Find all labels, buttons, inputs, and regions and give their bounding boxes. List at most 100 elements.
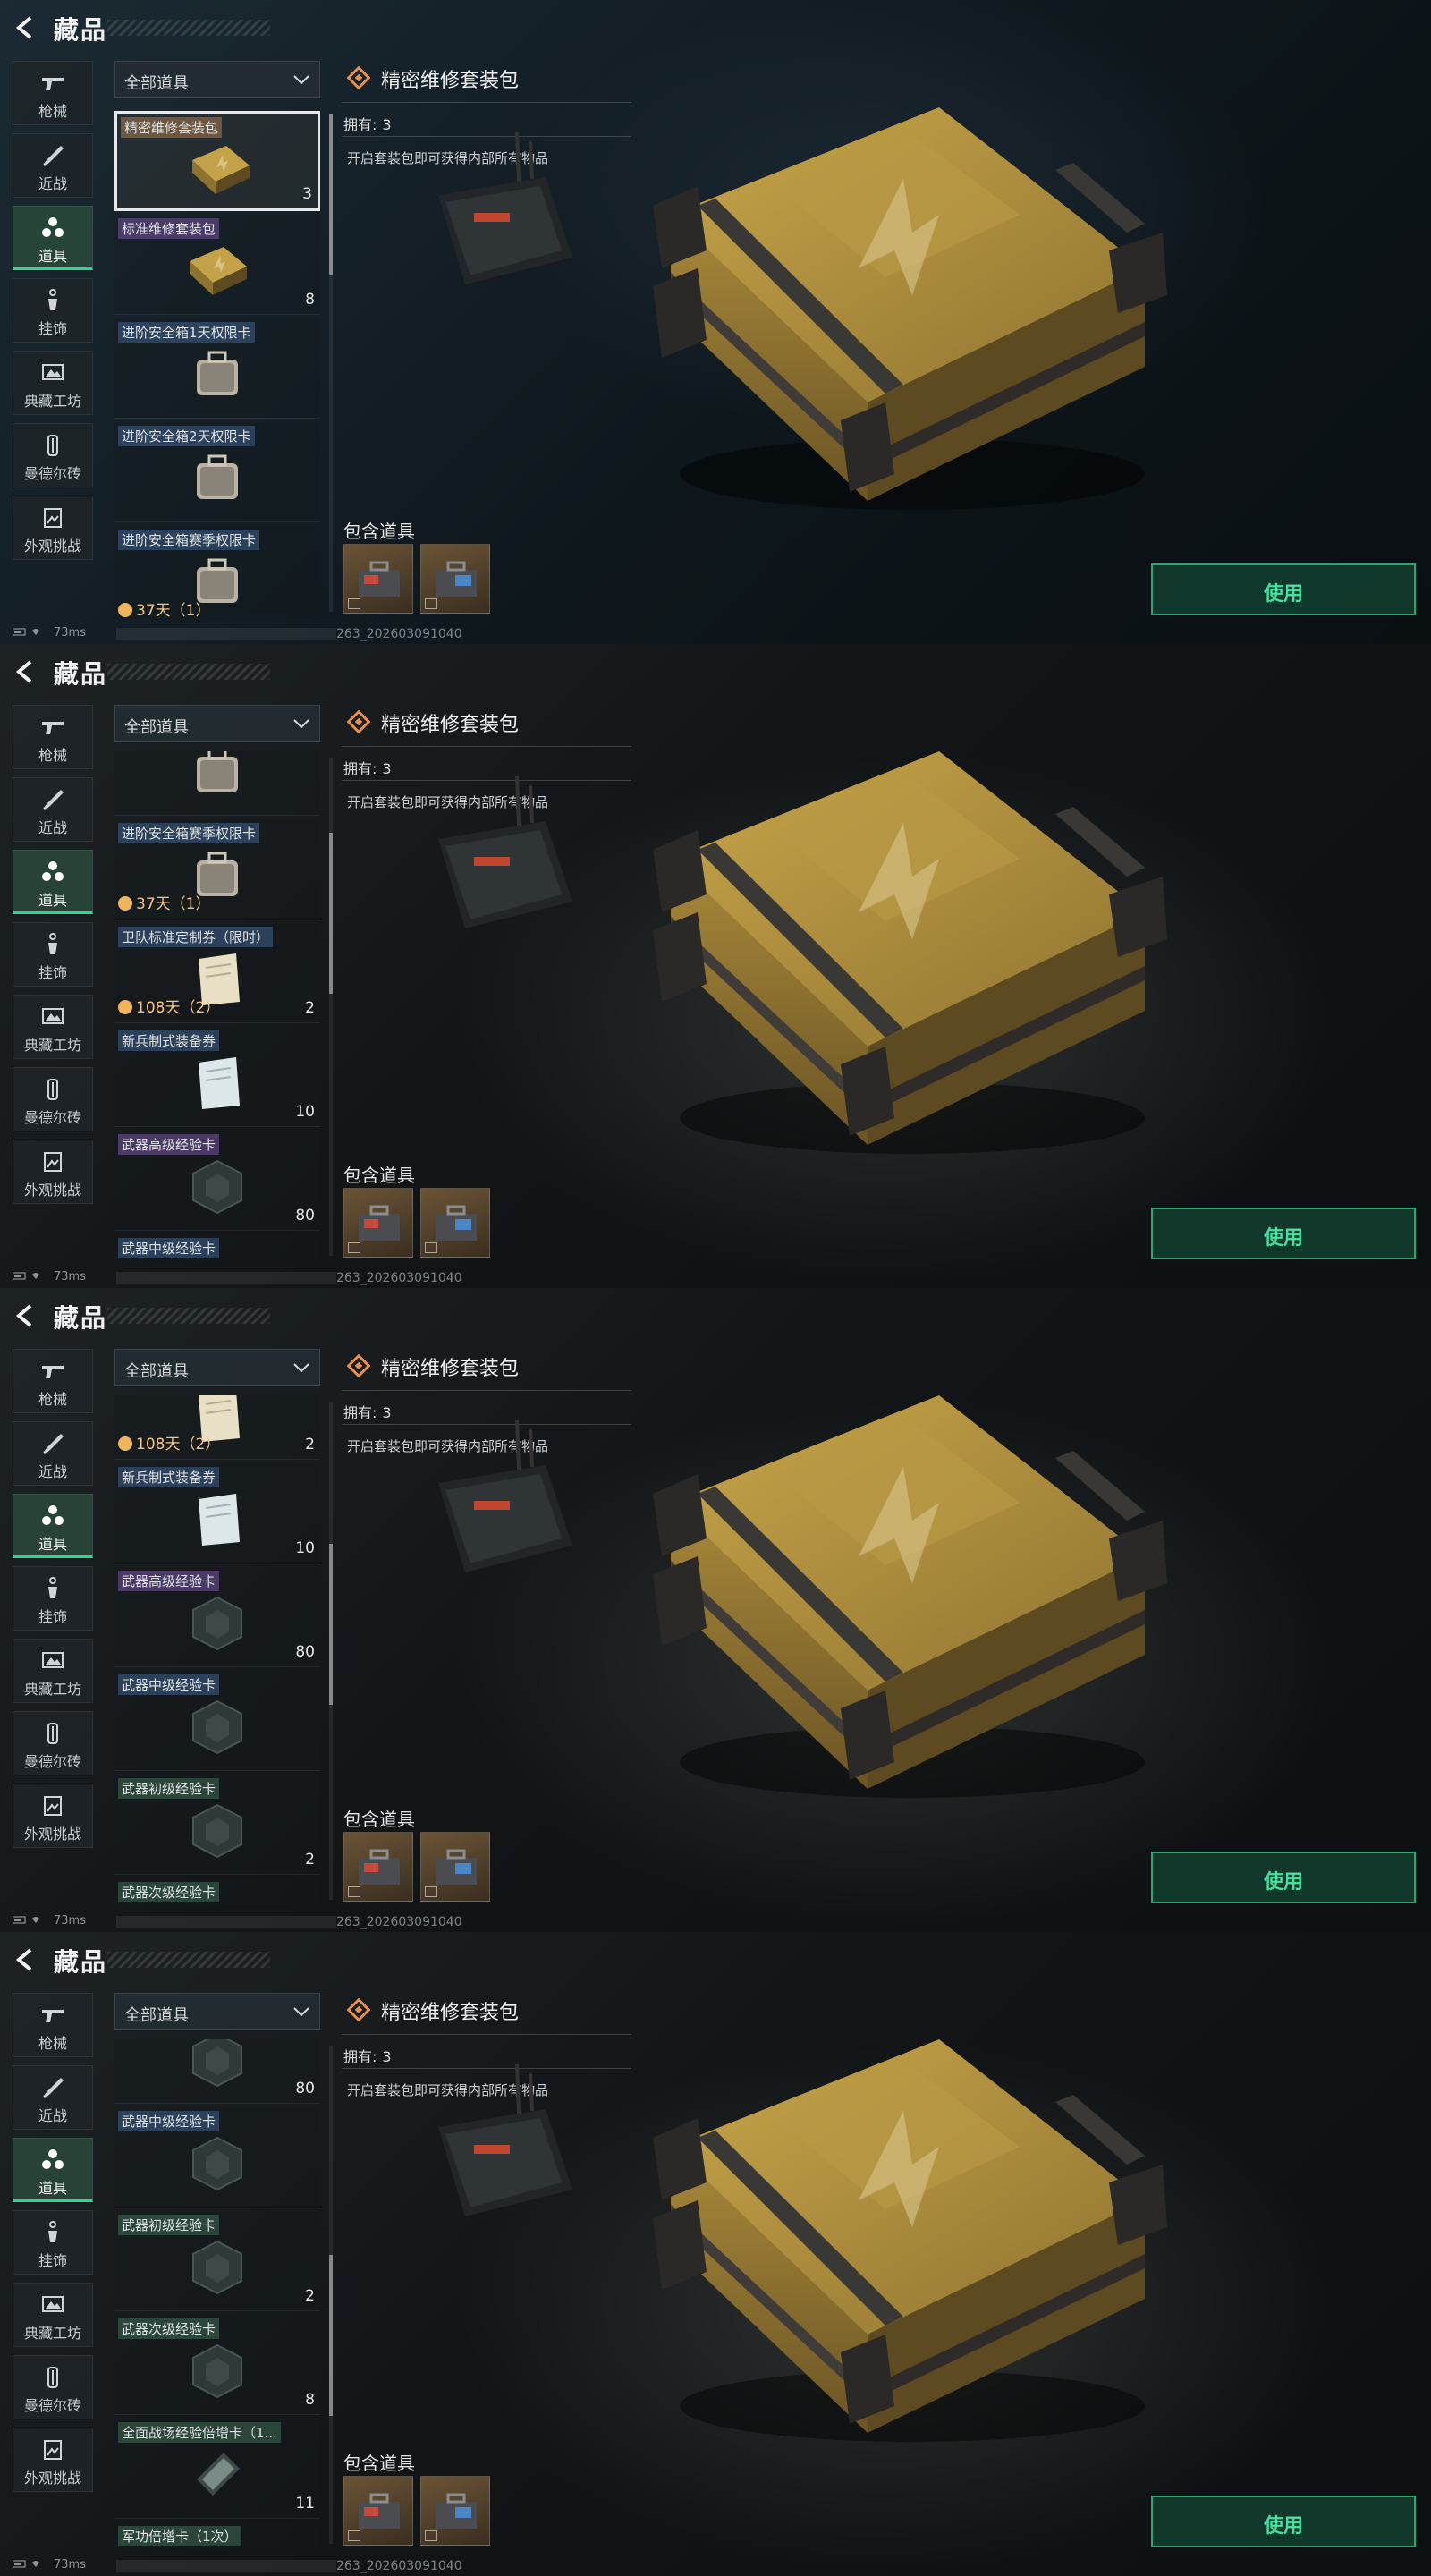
list-item[interactable]: 进阶安全箱1天权限卡 [114,318,320,419]
contained-item-slot[interactable] [343,1188,413,1258]
list-item[interactable]: 卫队标准定制券（限时）2108天（2） [114,1395,320,1460]
back-button[interactable] [13,658,39,685]
list-item[interactable]: 武器初级经验卡 2 [114,1775,320,1875]
list-item[interactable]: 武器高级经验卡80 [114,2039,320,2104]
list-item[interactable]: 进阶安全箱赛季权限卡 37天（1） [114,526,320,617]
list-item[interactable]: 武器中级经验卡 [114,1671,320,1771]
list-item[interactable]: 精密维修套装包 3 [114,111,320,211]
nav-item-3[interactable]: 挂饰 [13,2210,93,2275]
contained-item-slot[interactable] [420,1188,490,1258]
nav-item-1[interactable]: 近战 [13,2065,93,2130]
page-title: 藏品 [54,15,108,45]
nav-item-2[interactable]: 道具 [13,2138,93,2202]
contained-item-slot[interactable] [343,1832,413,1902]
nav-item-5[interactable]: 曼德尔砖 [13,2355,93,2419]
list-item[interactable]: 军功倍增卡（1次） [114,2522,320,2549]
contained-item-slot[interactable] [343,2476,413,2546]
nav-item-5[interactable]: 曼德尔砖 [13,1067,93,1131]
list-item[interactable]: 武器高级经验卡80 [114,1131,320,1231]
status-bar: 73ms [13,626,86,644]
nav-item-1[interactable]: 近战 [13,777,93,842]
toolbox-red-icon [359,2493,400,2529]
contained-item-slot[interactable] [420,1832,490,1902]
item-filter-dropdown[interactable]: 全部道具 [114,1993,320,2030]
use-button[interactable]: 使用 [1151,1852,1416,1903]
nav-item-0[interactable]: 枪械 [13,1993,93,2057]
item-list[interactable]: 武器高级经验卡80 武器中级经验卡武器初级经验卡 2 武器次级经验卡 8 全面战场经验倍增… [114,2039,322,2549]
list-item[interactable]: 武器次级经验卡8 [114,2315,320,2415]
nav-item-1[interactable]: 近战 [13,133,93,198]
nav-item-4[interactable]: 典藏工坊 [13,351,93,415]
item-filter-dropdown[interactable]: 全部道具 [114,61,320,98]
list-scroll-thumb[interactable] [329,833,333,994]
list-scrollbar[interactable] [329,114,333,612]
list-item[interactable]: 武器初级经验卡 2 [114,2211,320,2311]
list-item[interactable]: 标准维修套装包 8 [114,215,320,315]
item-list[interactable]: 精密维修套装包 3 标准维修套装包 8 进阶安全箱1天权限卡 进阶安全箱2天权限卡 进阶安全… [114,107,322,617]
list-item[interactable]: 进阶安全箱2天权限卡 [114,751,320,816]
nav-item-3[interactable]: 挂饰 [13,922,93,987]
list-item[interactable]: 新兵制式装备券 10 [114,1027,320,1127]
nav-item-1[interactable]: 近战 [13,1421,93,1486]
back-button[interactable] [13,1302,39,1329]
nav-item-6[interactable]: 外观挑战 [13,1784,93,1848]
list-scrollbar[interactable] [329,2046,333,2544]
nav-item-2[interactable]: 道具 [13,850,93,914]
contained-item-slot[interactable] [343,544,413,614]
list-item[interactable]: 武器高级经验卡80 [114,1567,320,1667]
list-scroll-thumb[interactable] [329,2255,333,2416]
contained-item-slot[interactable] [420,2476,490,2546]
list-item[interactable]: 武器次级经验卡8 [114,1878,320,1905]
list-item[interactable]: 进阶安全箱2天权限卡 [114,422,320,522]
list-item[interactable]: 卫队标准定制券（限时）2108天（2） [114,923,320,1023]
nav-item-2[interactable]: 道具 [13,1494,93,1558]
list-item-name: 进阶安全箱赛季权限卡 [118,530,260,550]
back-button[interactable] [13,1946,39,1973]
nav-item-0[interactable]: 枪械 [13,705,93,769]
use-button[interactable]: 使用 [1151,1208,1416,1259]
list-item-count: 8 [305,2391,315,2409]
nav-item-0[interactable]: 枪械 [13,1349,93,1413]
nav-item-3[interactable]: 挂饰 [13,1566,93,1631]
list-item[interactable]: 新兵制式装备券 10 [114,1463,320,1563]
owned-count: 拥有: 3 [343,1401,392,1422]
nav-item-6[interactable]: 外观挑战 [13,496,93,560]
hex-thumbnail [184,2132,250,2195]
contained-item-slot[interactable] [420,544,490,614]
nav-item-6[interactable]: 外观挑战 [13,2428,93,2492]
detail-item-name: 精密维修套装包 [381,2002,520,2024]
use-button[interactable]: 使用 [1151,564,1416,615]
item-list[interactable]: 卫队标准定制券（限时）2108天（2）新兵制式装备券10武器高级经验卡80武器中… [114,1395,322,1905]
item-filter-dropdown[interactable]: 全部道具 [114,1349,320,1386]
hex-thumbnail [184,2340,250,2402]
nav-item-4[interactable]: 典藏工坊 [13,2283,93,2347]
brick-icon [39,2365,66,2390]
contains-label: 包含道具 [343,1809,415,1830]
nav-item-5[interactable]: 曼德尔砖 [13,423,93,487]
nav-item-label: 近战 [38,1463,67,1480]
item-filter-dropdown[interactable]: 全部道具 [114,705,320,742]
nav-item-6[interactable]: 外观挑战 [13,1140,93,1204]
background-radio-prop [420,775,581,955]
list-scroll-thumb[interactable] [329,1544,333,1705]
list-scroll-thumb[interactable] [329,114,333,275]
category-nav: 枪械近战道具挂饰典藏工坊曼德尔砖外观挑战 [13,1993,95,2500]
list-scrollbar[interactable] [329,1402,333,1900]
item-list[interactable]: 进阶安全箱2天权限卡进阶安全箱赛季权限卡 37天（1） 卫队标准定制券（限时） 2 10… [114,751,322,1261]
nav-item-4[interactable]: 典藏工坊 [13,995,93,1059]
use-button[interactable]: 使用 [1151,2496,1416,2547]
list-item[interactable]: 进阶安全箱赛季权限卡 37天（1） [114,819,320,919]
nav-item-3[interactable]: 挂饰 [13,278,93,343]
toolbox-red-icon [359,561,400,597]
list-item[interactable]: 武器中级经验卡 [114,2107,320,2207]
nav-item-0[interactable]: 枪械 [13,61,93,125]
nav-item-2[interactable]: 道具 [13,206,93,270]
charm-icon [39,932,66,957]
charm-icon [39,288,66,313]
back-button[interactable] [13,14,39,41]
list-item[interactable]: 武器中级经验卡 [114,1234,320,1261]
list-scrollbar[interactable] [329,758,333,1256]
nav-item-5[interactable]: 曼德尔砖 [13,1711,93,1775]
list-item[interactable]: 全面战场经验倍增卡（1... 11 [114,2419,320,2519]
nav-item-4[interactable]: 典藏工坊 [13,1639,93,1703]
